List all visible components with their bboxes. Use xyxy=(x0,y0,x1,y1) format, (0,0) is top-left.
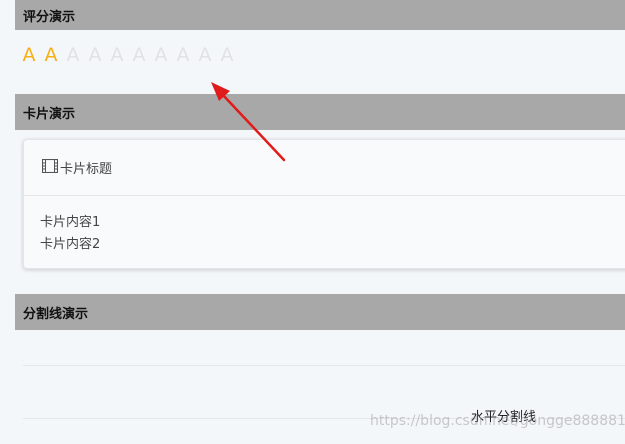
divider-label: 水平分割线 xyxy=(465,408,543,428)
rating-star-6[interactable]: A xyxy=(128,40,150,70)
demo-card: 卡片标题 卡片内容1 卡片内容2 xyxy=(23,139,625,269)
section-title-card: 卡片演示 xyxy=(23,106,76,122)
card-title: 卡片标题 xyxy=(60,162,113,177)
rating-star-7[interactable]: A xyxy=(150,40,172,70)
card-content-line: 卡片内容1 xyxy=(40,215,101,230)
card-body: 卡片内容1 卡片内容2 xyxy=(24,196,625,256)
card-content-line: 卡片内容2 xyxy=(40,237,101,252)
rating-star-1[interactable]: A xyxy=(18,40,40,70)
rating-star-2[interactable]: A xyxy=(40,40,62,70)
section-title-divider: 分割线演示 xyxy=(23,306,89,322)
horizontal-divider xyxy=(23,365,625,366)
section-header-rating: 评分演示 xyxy=(15,0,625,30)
rating-star-5[interactable]: A xyxy=(106,40,128,70)
rating-star-8[interactable]: A xyxy=(172,40,194,70)
section-title-rating: 评分演示 xyxy=(23,9,76,25)
rating-star-10[interactable]: A xyxy=(216,40,238,70)
film-icon xyxy=(41,158,60,177)
rating-star-4[interactable]: A xyxy=(84,40,106,70)
card-header: 卡片标题 xyxy=(24,140,625,196)
rating-control[interactable]: AAAAAAAAAA xyxy=(18,40,238,70)
section-header-card: 卡片演示 xyxy=(15,94,625,130)
rating-star-3[interactable]: A xyxy=(62,40,84,70)
rating-star-9[interactable]: A xyxy=(194,40,216,70)
section-header-divider: 分割线演示 xyxy=(15,294,625,330)
